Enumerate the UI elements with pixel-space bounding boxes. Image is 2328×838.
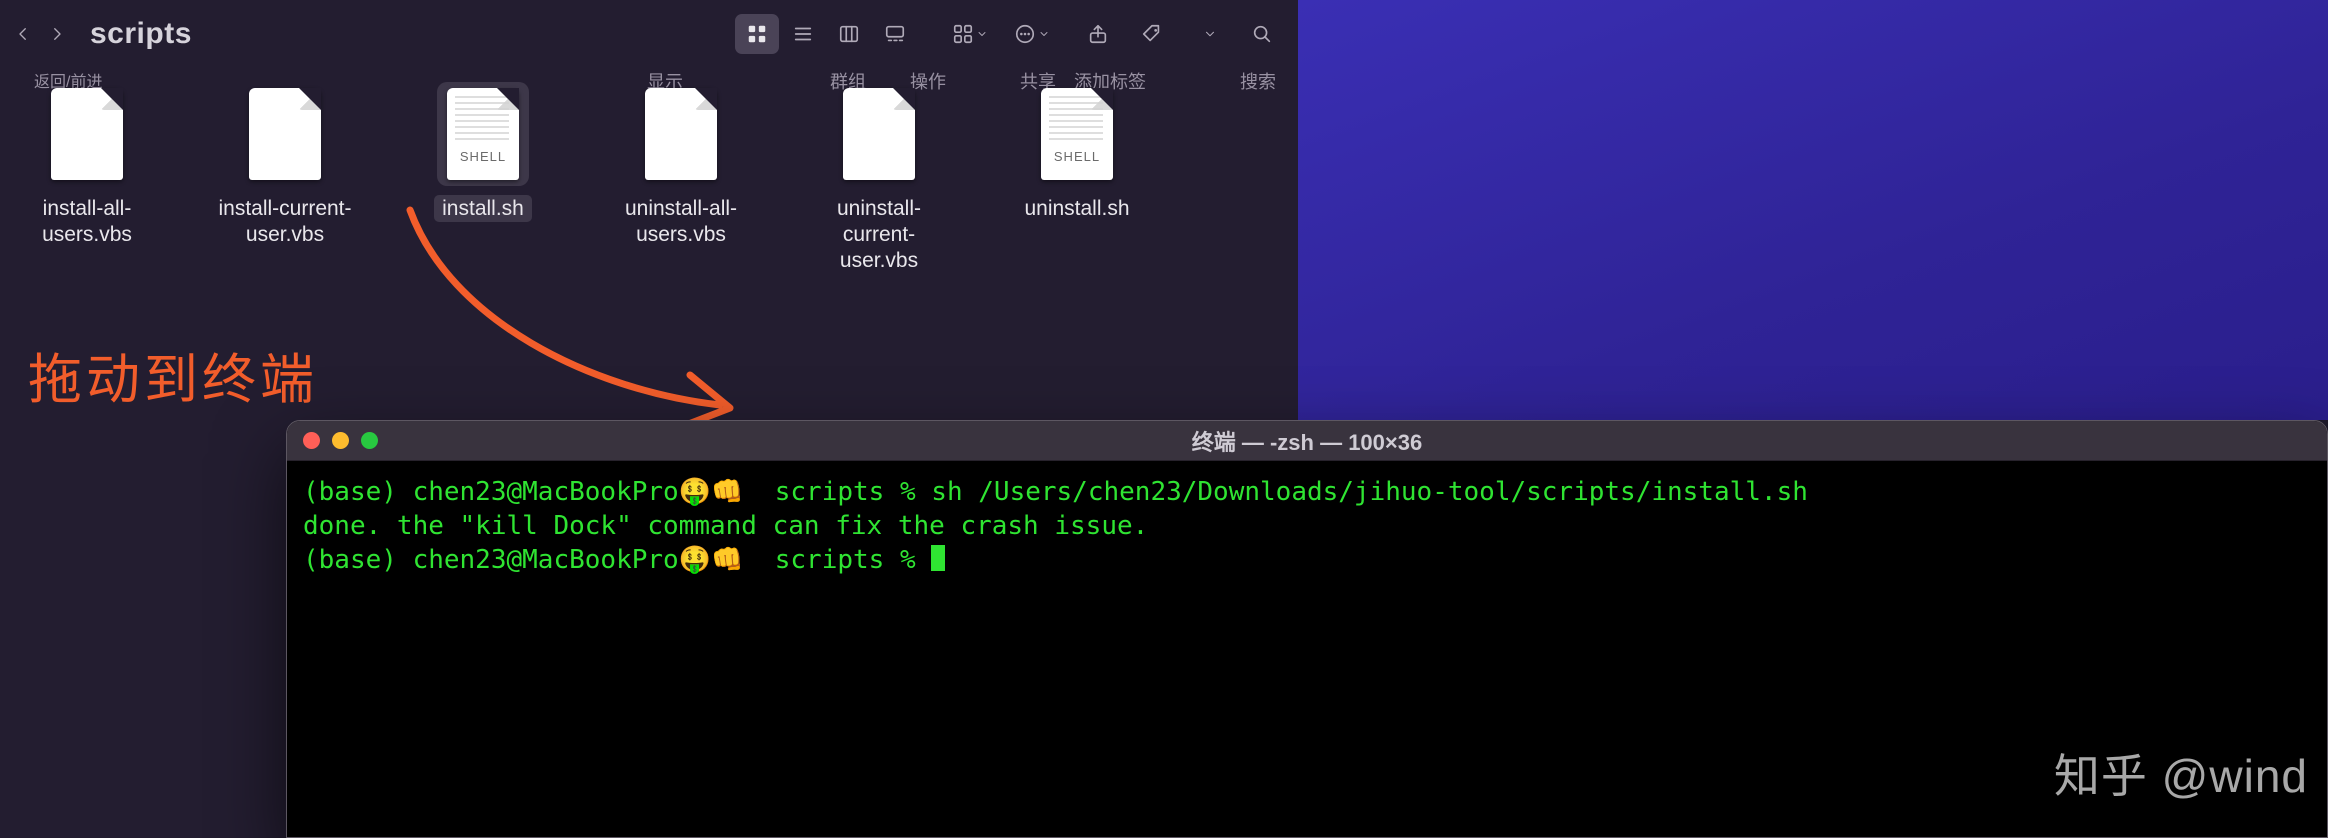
prompt-emoji: 🤑👊 <box>679 545 744 575</box>
file-name-label: uninstall-all-users.vbs <box>625 197 737 246</box>
file-icon <box>843 88 915 180</box>
file-name-label: uninstall.sh <box>1024 197 1129 220</box>
folder-title: scripts <box>90 17 192 51</box>
shell-file-icon: SHELL <box>447 88 519 180</box>
prompt-emoji: 🤑👊 <box>679 477 744 507</box>
search-caption: 搜索 <box>1240 68 1276 94</box>
file-item[interactable]: install-all-users.vbs <box>12 82 162 276</box>
finder-toolbar: scripts <box>0 0 1298 68</box>
file-icon-wrap: SHELL <box>437 82 529 186</box>
prompt-symbol: % <box>900 477 916 507</box>
prompt-prefix: (base) chen23@MacBookPro <box>303 545 679 575</box>
shell-file-icon: SHELL <box>1041 88 1113 180</box>
view-list-button[interactable] <box>781 14 825 54</box>
terminal-cursor <box>931 545 945 571</box>
file-item[interactable]: uninstall-all-users.vbs <box>606 82 756 276</box>
annotation-text: 拖动到终端 <box>28 335 318 414</box>
file-item[interactable]: uninstall-current-user.vbs <box>804 82 954 276</box>
file-icon-wrap <box>635 82 727 186</box>
terminal-output: done. the "kill Dock" command can fix th… <box>303 511 1148 541</box>
toolbar-more-button[interactable] <box>1188 14 1232 54</box>
view-mode-segment <box>732 11 920 57</box>
file-kind-badge: SHELL <box>447 149 519 164</box>
action-button[interactable] <box>1004 14 1060 54</box>
share-button[interactable] <box>1076 14 1120 54</box>
prompt-symbol: % <box>900 545 916 575</box>
file-icon <box>51 88 123 180</box>
file-item[interactable]: SHELL uninstall.sh <box>1002 82 1152 276</box>
file-icon <box>645 88 717 180</box>
file-item[interactable]: install-current-user.vbs <box>210 82 360 276</box>
file-icon-wrap <box>239 82 331 186</box>
prompt-prefix: (base) chen23@MacBookPro <box>303 477 679 507</box>
view-gallery-button[interactable] <box>873 14 917 54</box>
file-icon-wrap: SHELL <box>1031 82 1123 186</box>
prompt-dir: scripts <box>775 477 885 507</box>
nav-arrows <box>8 19 82 49</box>
terminal-titlebar[interactable]: 终端 — -zsh — 100×36 <box>287 421 2327 461</box>
view-columns-button[interactable] <box>827 14 871 54</box>
terminal-window: 终端 — -zsh — 100×36 (base) chen23@MacBook… <box>286 420 2328 838</box>
nav-back-button[interactable] <box>8 19 38 49</box>
file-name-label: uninstall-current-user.vbs <box>837 197 921 272</box>
group-button[interactable] <box>942 14 998 54</box>
prompt-dir: scripts <box>775 545 885 575</box>
file-name-label: install.sh <box>434 195 532 222</box>
nav-forward-button[interactable] <box>42 19 72 49</box>
search-button[interactable] <box>1240 14 1284 54</box>
tags-button[interactable] <box>1130 14 1174 54</box>
file-icon-wrap <box>41 82 133 186</box>
desktop-background-panel <box>1298 0 2328 420</box>
view-icons-button[interactable] <box>735 14 779 54</box>
file-kind-badge: SHELL <box>1041 149 1113 164</box>
files-grid: install-all-users.vbs install-current-use… <box>12 82 1152 276</box>
file-name-label: install-current-user.vbs <box>218 197 351 246</box>
watermark-text: 知乎 @wind <box>2054 740 2308 806</box>
file-item[interactable]: SHELL install.sh <box>408 82 558 276</box>
terminal-body[interactable]: (base) chen23@MacBookPro🤑👊 scripts % sh … <box>287 461 2327 591</box>
file-icon-wrap <box>833 82 925 186</box>
file-icon-lines <box>455 96 509 140</box>
terminal-command: sh /Users/chen23/Downloads/jihuo-tool/sc… <box>931 477 1808 507</box>
terminal-title: 终端 — -zsh — 100×36 <box>287 425 2327 457</box>
file-name-label: install-all-users.vbs <box>42 197 132 246</box>
file-icon <box>249 88 321 180</box>
file-icon-lines <box>1049 96 1103 140</box>
